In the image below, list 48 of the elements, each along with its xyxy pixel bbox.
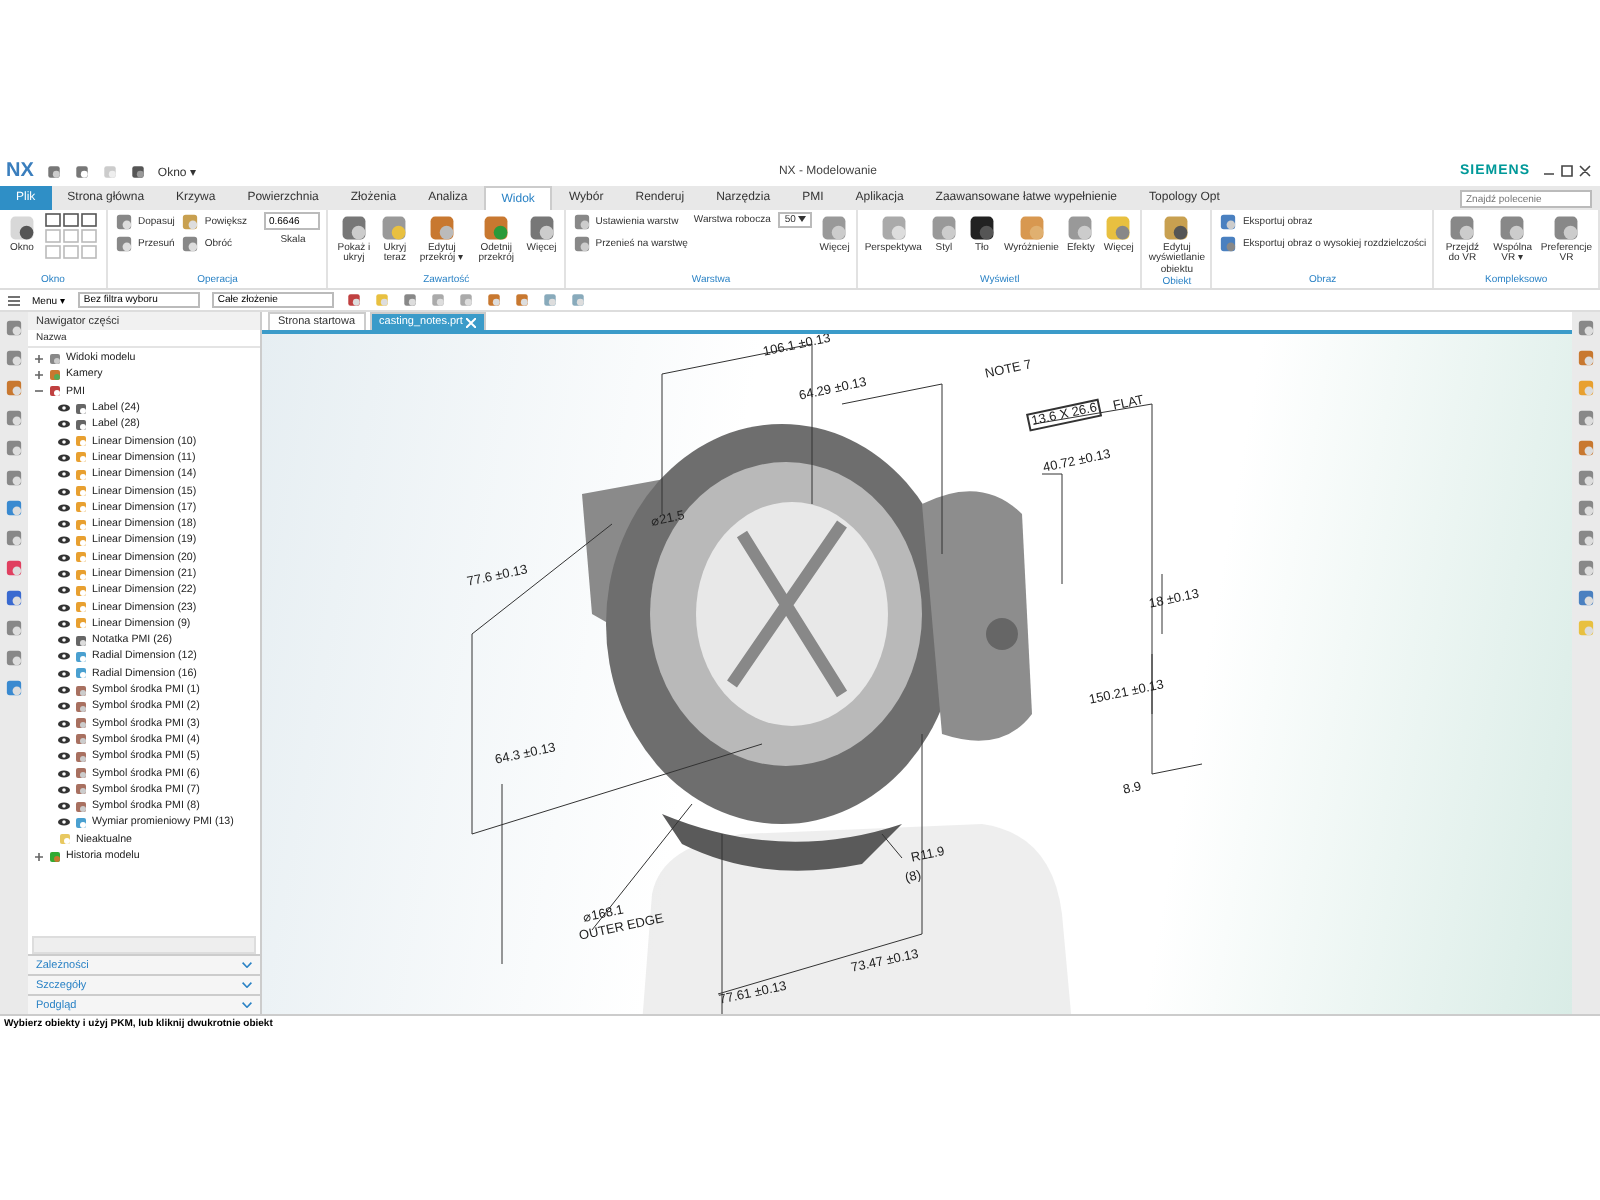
resource-bar-icon <box>1576 618 1596 638</box>
navigator-icon <box>4 678 24 698</box>
square-icon <box>965 212 998 244</box>
horizontal-scrollbar[interactable] <box>32 936 256 954</box>
caret-icon <box>798 216 807 222</box>
navigator-icon <box>4 588 24 608</box>
navigator-icon <box>4 558 24 578</box>
resource-bar-icon <box>1576 318 1596 338</box>
selection-tool-icon <box>457 292 474 308</box>
selection-tool-icon <box>485 292 502 308</box>
navigator-icon <box>4 318 24 338</box>
navigator-icon <box>4 348 24 368</box>
chevron-down-icon <box>242 962 252 968</box>
menu-icon[interactable] <box>8 295 20 305</box>
app-logo: NX <box>6 160 34 182</box>
selection-tool-icon <box>429 292 446 308</box>
resource-bar-icon <box>1576 588 1596 608</box>
resource-bar-icon <box>1576 348 1596 368</box>
selection-tool-icon <box>373 292 390 308</box>
navigator-icon <box>4 468 24 488</box>
navigator-icon <box>4 408 24 428</box>
collapse-icon[interactable] <box>34 386 44 397</box>
expand-icon[interactable] <box>34 353 44 364</box>
navigator-icon <box>4 378 24 398</box>
resource-bar-icon <box>1576 468 1596 488</box>
expand-icon[interactable] <box>34 369 44 380</box>
selection-tool-icon <box>513 292 530 308</box>
navigator-icon <box>4 618 24 638</box>
selection-tool-icon <box>541 292 558 308</box>
chevron-down-icon <box>242 1002 252 1008</box>
expand-icon[interactable] <box>34 851 44 862</box>
selection-tool-icon <box>569 292 586 308</box>
selection-tool-icon <box>401 292 418 308</box>
resource-bar-icon <box>1576 498 1596 518</box>
resource-bar-icon <box>1576 408 1596 428</box>
resource-bar-icon <box>1576 558 1596 578</box>
chevron-down-icon <box>242 982 252 988</box>
navigator-icon <box>4 528 24 548</box>
layout-grid-icon[interactable] <box>44 212 100 264</box>
resource-bar-icon <box>1576 528 1596 548</box>
resource-bar-icon <box>1576 438 1596 458</box>
close-icon[interactable] <box>466 317 477 327</box>
resource-bar-icon <box>1576 378 1596 398</box>
navigator-icon <box>4 498 24 518</box>
window-controls-icon[interactable] <box>1542 164 1594 178</box>
navigator-icon <box>4 438 24 458</box>
selection-tool-icon <box>345 292 362 308</box>
navigator-icon <box>4 648 24 668</box>
